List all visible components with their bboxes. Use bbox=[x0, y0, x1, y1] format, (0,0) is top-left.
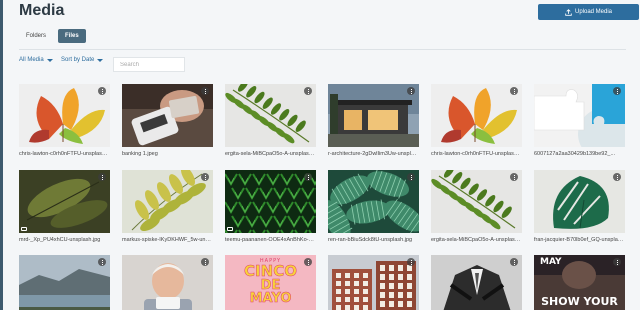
media-type-label: All Media bbox=[19, 57, 44, 63]
more-options-icon[interactable] bbox=[98, 173, 106, 181]
media-thumbnail[interactable] bbox=[122, 84, 213, 147]
media-card[interactable]: chris-lawton-c0rh0nFTFU-unsplash.jpg bbox=[431, 84, 522, 157]
media-filename: banking 1.jpeg bbox=[122, 151, 158, 157]
media-thumbnail[interactable] bbox=[19, 84, 110, 147]
window-edge bbox=[0, 0, 3, 310]
more-options-icon[interactable] bbox=[304, 258, 312, 266]
more-options-icon[interactable] bbox=[407, 258, 415, 266]
media-thumbnail[interactable] bbox=[431, 170, 522, 233]
media-thumbnail[interactable] bbox=[19, 170, 110, 233]
media-filename: 6007127a2aa30429b139be92_... bbox=[534, 151, 616, 157]
media-card[interactable]: 6007127a2aa30429b139be92_... bbox=[534, 84, 625, 157]
media-thumbnail[interactable] bbox=[225, 84, 316, 147]
media-filename: teemu-paananen-OOE4xAnBhKo-unsplash.jpg bbox=[225, 237, 316, 243]
upload-media-label: Upload Media bbox=[574, 9, 613, 15]
more-options-icon[interactable] bbox=[613, 87, 621, 95]
more-options-icon[interactable] bbox=[613, 258, 621, 266]
media-thumbnail[interactable] bbox=[328, 255, 419, 310]
media-filename: ren-ran-bBiuSdck8tU-unsplash.jpg bbox=[328, 237, 413, 243]
sort-dropdown[interactable]: Sort by Date bbox=[61, 57, 104, 63]
more-options-icon[interactable] bbox=[613, 173, 621, 181]
more-options-icon[interactable] bbox=[98, 258, 106, 266]
media-card[interactable] bbox=[328, 255, 419, 310]
media-thumbnail[interactable] bbox=[328, 170, 419, 233]
media-card[interactable]: banking 1.jpeg bbox=[122, 84, 213, 157]
more-options-icon[interactable] bbox=[201, 173, 209, 181]
media-card[interactable]: mrd-_Xp_PU4xhCU-unsplash.jpg bbox=[19, 170, 110, 243]
media-thumbnail[interactable] bbox=[122, 255, 213, 310]
cinco-de-mayo-poster: HAPPY CINCO DE MAYO bbox=[225, 255, 316, 310]
upload-media-button[interactable]: Upload Media bbox=[538, 4, 639, 20]
media-card[interactable]: ergita-sela-MiBCpaO5o-A-unsplash.jpg bbox=[225, 84, 316, 157]
more-options-icon[interactable] bbox=[407, 87, 415, 95]
media-thumbnail[interactable]: HAPPY CINCO DE MAYO bbox=[225, 255, 316, 310]
media-thumbnail[interactable] bbox=[534, 170, 625, 233]
media-card[interactable]: MAY SHOW YOUR bbox=[534, 255, 625, 310]
media-type-dropdown[interactable]: All Media bbox=[19, 57, 61, 63]
show-your-poster: MAY SHOW YOUR bbox=[534, 255, 625, 310]
tab-folders[interactable]: Folders bbox=[19, 29, 53, 43]
divider bbox=[19, 49, 626, 50]
page-title: Media bbox=[19, 2, 65, 19]
folder-icon bbox=[227, 227, 233, 231]
media-card[interactable] bbox=[122, 255, 213, 310]
media-card[interactable]: HAPPY CINCO DE MAYO bbox=[225, 255, 316, 310]
more-options-icon[interactable] bbox=[304, 173, 312, 181]
media-card[interactable]: ren-ran-bBiuSdck8tU-unsplash.jpg bbox=[328, 170, 419, 243]
media-thumbnail[interactable] bbox=[225, 170, 316, 233]
poster-show-your: SHOW YOUR bbox=[541, 295, 618, 308]
search-input[interactable] bbox=[113, 57, 185, 72]
filter-bar: All Media Sort by Date bbox=[19, 57, 104, 63]
media-thumbnail[interactable] bbox=[19, 255, 110, 310]
more-options-icon[interactable] bbox=[407, 173, 415, 181]
media-card[interactable]: r-architecture-2gDwlIim3Uw-unsplash.jpg bbox=[328, 84, 419, 157]
media-thumbnail[interactable] bbox=[431, 255, 522, 310]
more-options-icon[interactable] bbox=[98, 87, 106, 95]
media-thumbnail[interactable]: MAY SHOW YOUR bbox=[534, 255, 625, 310]
media-card[interactable]: markus-spiske-IKyDKHWF_5w-unsplash.jpg bbox=[122, 170, 213, 243]
media-filename: mrd-_Xp_PU4xhCU-unsplash.jpg bbox=[19, 237, 101, 243]
more-options-icon[interactable] bbox=[304, 87, 312, 95]
media-card[interactable]: teemu-paananen-OOE4xAnBhKo-unsplash.jpg bbox=[225, 170, 316, 243]
upload-icon bbox=[565, 8, 572, 16]
media-thumbnail[interactable] bbox=[122, 170, 213, 233]
media-filename: ergita-sela-MiBCpaO5o-A-unsplash.jpg bbox=[225, 151, 316, 157]
chevron-down-icon bbox=[46, 58, 53, 62]
media-filename: r-architecture-2gDwlIim3Uw-unsplash.jpg bbox=[328, 151, 419, 157]
media-thumbnail[interactable] bbox=[328, 84, 419, 147]
poster-may: MAY bbox=[540, 257, 562, 267]
more-options-icon[interactable] bbox=[510, 258, 518, 266]
more-options-icon[interactable] bbox=[201, 87, 209, 95]
folder-icon bbox=[21, 227, 27, 231]
media-thumbnail[interactable] bbox=[431, 84, 522, 147]
media-thumbnail[interactable] bbox=[534, 84, 625, 147]
media-card[interactable] bbox=[431, 255, 522, 310]
poster-mayo: MAYO bbox=[249, 291, 292, 306]
more-options-icon[interactable] bbox=[510, 173, 518, 181]
media-card[interactable] bbox=[19, 255, 110, 310]
chevron-down-icon bbox=[97, 58, 104, 62]
media-card[interactable]: ergita-sela-MiBCpaO5o-A-unsplash.jpg bbox=[431, 170, 522, 243]
sort-label: Sort by Date bbox=[61, 57, 95, 63]
media-filename: ergita-sela-MiBCpaO5o-A-unsplash.jpg bbox=[431, 237, 522, 243]
more-options-icon[interactable] bbox=[510, 87, 518, 95]
media-filename: fran-jacquier-B70lb0ef_GQ-unsplash.jpg bbox=[534, 237, 625, 243]
tab-files[interactable]: Files bbox=[58, 29, 86, 43]
media-card[interactable]: chris-lawton-c0rh0nFTFU-unsplash.jpg bbox=[19, 84, 110, 157]
media-filename: chris-lawton-c0rh0nFTFU-unsplash.jpg bbox=[431, 151, 522, 157]
poster-cinco: CINCO bbox=[244, 262, 297, 280]
media-card[interactable]: fran-jacquier-B70lb0ef_GQ-unsplash.jpg bbox=[534, 170, 625, 243]
view-tabs: Folders Files bbox=[19, 29, 86, 43]
more-options-icon[interactable] bbox=[201, 258, 209, 266]
media-filename: chris-lawton-c0rh0nFTFU-unsplash.jpg bbox=[19, 151, 110, 157]
media-filename: markus-spiske-IKyDKHWF_5w-unsplash.jpg bbox=[122, 237, 213, 243]
